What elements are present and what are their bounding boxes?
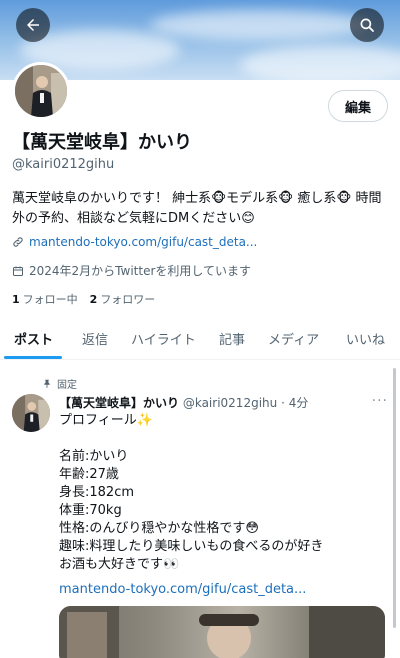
profile-handle: @kairi0212gihu [12,157,115,172]
tab-replies[interactable]: 返信 [82,329,108,348]
post-line: 身長:182cm [59,485,135,500]
post-avatar[interactable] [12,394,50,432]
search-button[interactable] [350,8,384,42]
pinned-indicator: 固定 [42,376,77,391]
pin-icon [44,379,50,389]
profile-banner [0,0,400,80]
post-link[interactable]: mantendo-tokyo.com/gifu/cast_deta... [59,582,306,597]
tab-articles[interactable]: 記事 [219,329,245,348]
back-button[interactable] [16,8,50,42]
scrollbar[interactable] [393,368,396,628]
tab-posts[interactable]: ポスト [14,329,53,348]
profile-tabs: ポスト 返信 ハイライト 記事 メディア いいね [0,316,400,360]
profile-avatar[interactable] [12,62,70,120]
bio-line: 外の予約、相談など気軽にDMください😊 [12,211,255,226]
more-options-icon[interactable]: ··· [372,393,388,409]
edit-profile-button[interactable]: 編集 [328,90,388,122]
profile-link-text[interactable]: mantendo-tokyo.com/gifu/cast_deta... [29,235,257,249]
profile-link[interactable]: mantendo-tokyo.com/gifu/cast_deta... [12,235,257,249]
post-author-handle[interactable]: @kairi0212gihu [183,396,277,410]
post-media-image[interactable] [59,606,385,658]
post-line: プロフィール✨ [59,413,153,428]
following-link[interactable]: 1 フォロー中 [12,291,78,307]
calendar-icon [13,266,23,276]
profile-name: 【萬天堂岐阜】かいり [12,132,192,153]
joined-text: 2024年2月からTwitterを利用しています [29,264,252,278]
bio-line: 萬天堂岐阜のかいりです！ 紳士系🐵モデル系🐵 癒し系🐵 時間 [12,191,382,206]
active-tab-indicator [4,356,62,359]
post-author-name[interactable]: 【萬天堂岐阜】かいり [59,396,179,410]
tab-media[interactable]: メディア [268,329,319,348]
tab-highlights[interactable]: ハイライト [131,329,196,348]
search-icon [360,18,374,32]
profile-bio: 萬天堂岐阜のかいりです！ 紳士系🐵モデル系🐵 癒し系🐵 時間 外の予約、相談など… [12,189,390,229]
post-header: 【萬天堂岐阜】かいり @kairi0212gihu · 4分 [59,394,369,411]
following-label: フォロー中 [22,293,78,306]
arrow-left-icon [27,19,39,31]
follow-stats: 1 フォロー中 2 フォロワー [12,291,155,307]
post-line: 趣味:料理したり美味しいもの食べるのが好き [59,539,324,554]
post-time[interactable]: · 4分 [281,396,308,410]
post-line: 体重:70kg [59,503,122,518]
pinned-label: 固定 [57,380,77,391]
post-line [59,430,389,448]
post-body: プロフィール✨ 名前:かいり 年齢:27歳 身長:182cm 体重:70kg 性… [59,412,389,574]
following-count: 1 [12,293,20,306]
followers-label: フォロワー [100,293,156,306]
post-line: お酒も大好きです👀 [59,557,180,572]
tab-likes[interactable]: いいね [346,329,385,348]
followers-link[interactable]: 2 フォロワー [90,291,156,307]
link-icon [13,237,23,247]
joined-date: 2024年2月からTwitterを利用しています [12,262,251,279]
post-line: 名前:かいり [59,449,129,464]
followers-count: 2 [89,293,98,306]
post-line: 年齢:27歳 [59,467,119,482]
post-line: 性格:のんびり穏やかな性格です😳 [59,521,259,536]
